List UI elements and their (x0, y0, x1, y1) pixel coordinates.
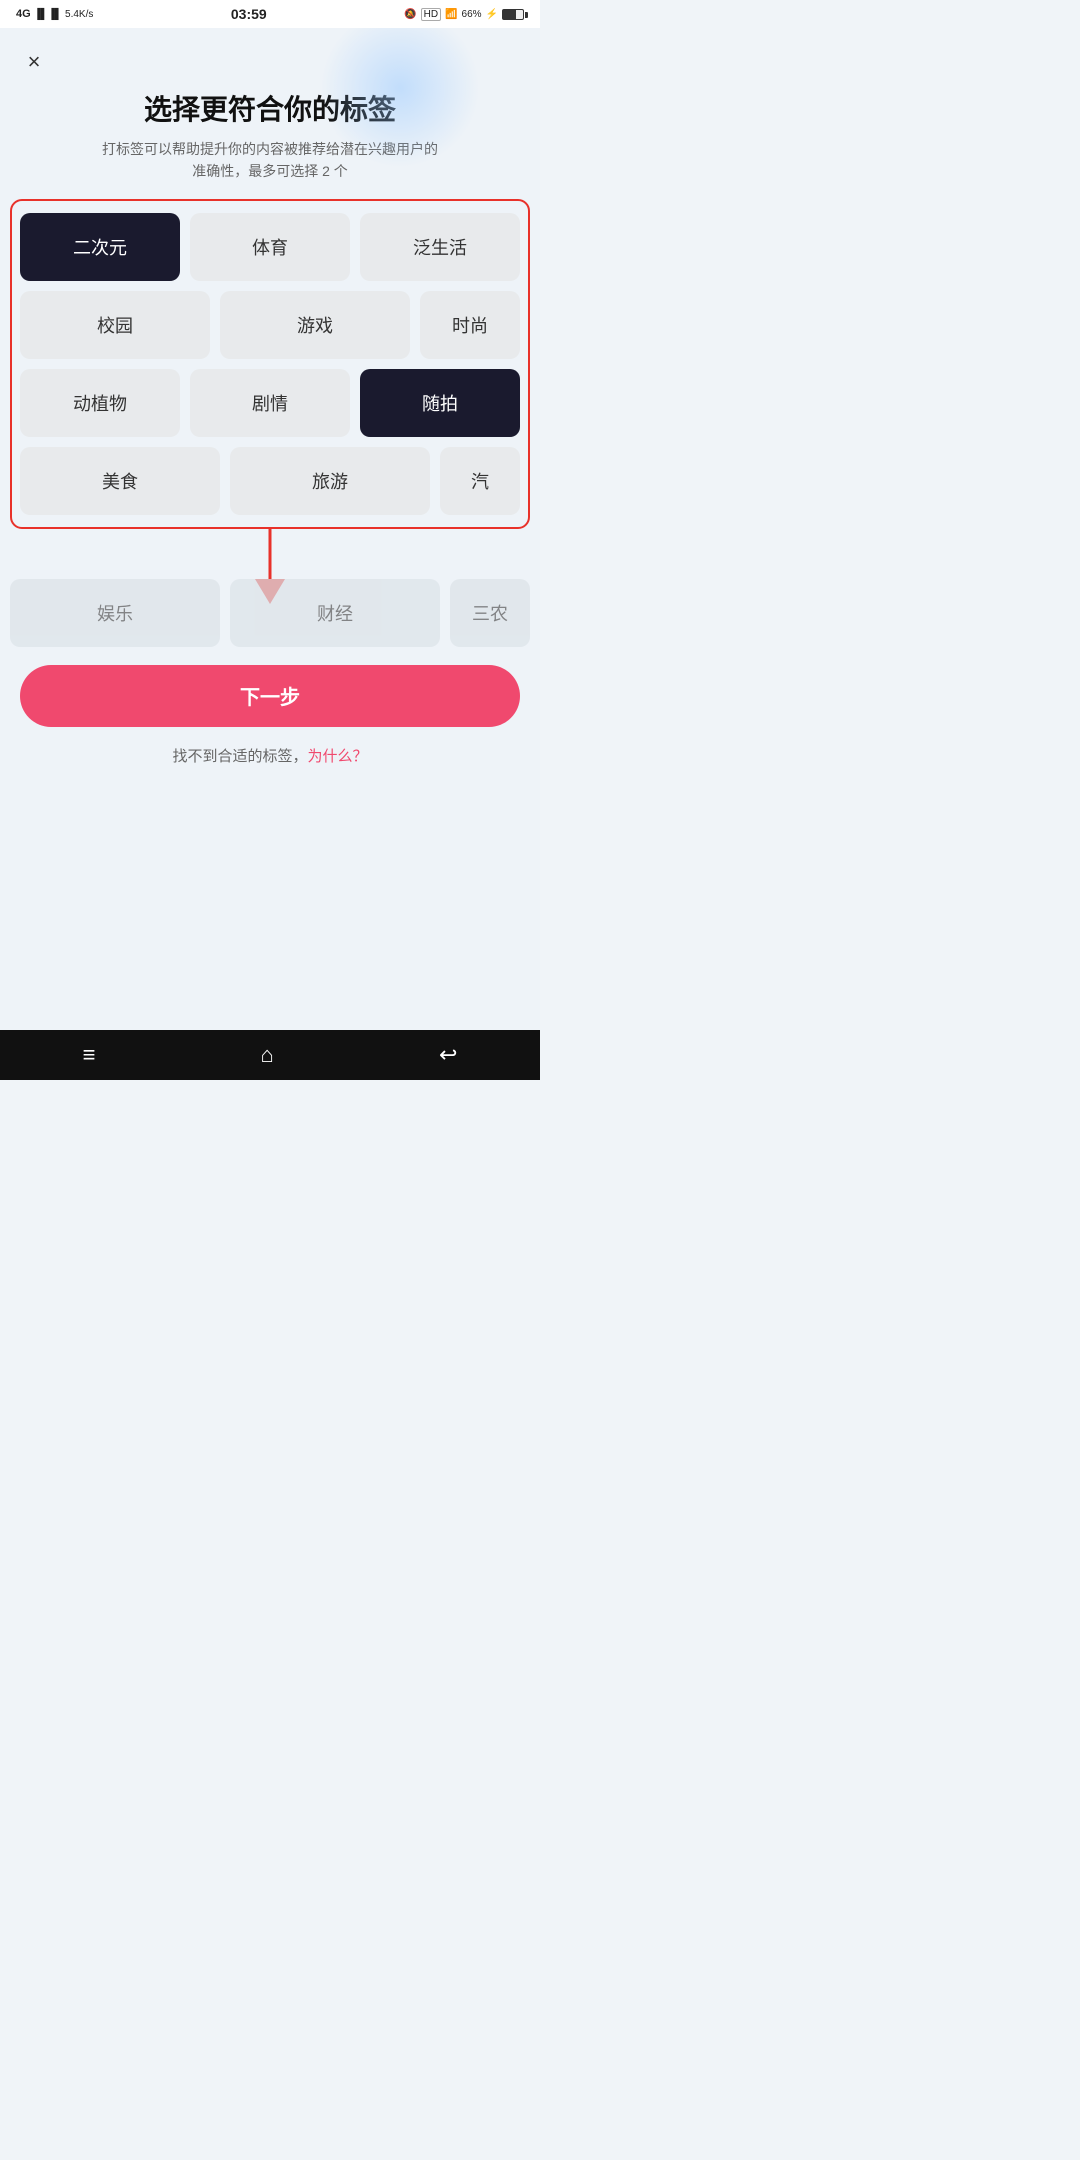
tags-row-1: 二次元 体育 泛生活 (20, 213, 520, 281)
tags-row-2: 校园 游戏 时尚 (20, 291, 520, 359)
hint-link[interactable]: 为什么？ (308, 748, 368, 765)
time-display: 03:59 (231, 6, 267, 22)
tag-汽[interactable]: 汽 (440, 447, 520, 515)
nav-menu-icon[interactable]: ≡ (83, 1042, 96, 1068)
nav-back-icon[interactable]: ↩ (439, 1042, 457, 1068)
status-right: 🔕 HD 📶 66% ⚡ (404, 8, 524, 21)
main-content: × 选择更符合你的标签 打标签可以帮助提升你的内容被推荐给潜在兴趣用户的准确性，… (0, 28, 540, 1030)
page-subtitle: 打标签可以帮助提升你的内容被推荐给潜在兴趣用户的准确性，最多可选择 2 个 (0, 138, 540, 183)
tag-体育[interactable]: 体育 (190, 213, 350, 281)
tag-时尚[interactable]: 时尚 (420, 291, 520, 359)
tag-校园[interactable]: 校园 (20, 291, 210, 359)
nav-home-icon[interactable]: ⌂ (261, 1042, 274, 1068)
hint-container: 找不到合适的标签，为什么？ (0, 745, 540, 766)
tags-row-4: 美食 旅游 汽 (20, 447, 520, 515)
tag-美食[interactable]: 美食 (20, 447, 220, 515)
battery-icon (502, 9, 524, 20)
hd-badge: HD (421, 8, 441, 21)
alarm-icon: 🔕 (404, 9, 416, 20)
speed-text: 5.4K/s (65, 9, 93, 20)
tags-container: 二次元 体育 泛生活 校园 游戏 时尚 动植物 (10, 199, 530, 529)
status-left: 4G ▐▌▐▌ 5.4K/s (16, 8, 93, 20)
wifi-icon: 📶 (445, 9, 457, 20)
nav-bar: ≡ ⌂ ↩ (0, 1030, 540, 1080)
battery-text: 66% (462, 9, 482, 20)
tag-二次元[interactable]: 二次元 (20, 213, 180, 281)
tag-三农[interactable]: 三农 (450, 579, 530, 647)
status-bar: 4G ▐▌▐▌ 5.4K/s 03:59 🔕 HD 📶 66% ⚡ (0, 0, 540, 28)
title-section: 选择更符合你的标签 打标签可以帮助提升你的内容被推荐给潜在兴趣用户的准确性，最多… (0, 28, 540, 199)
tag-动植物[interactable]: 动植物 (20, 369, 180, 437)
charging-icon: ⚡ (486, 9, 498, 20)
tag-剧情[interactable]: 剧情 (190, 369, 350, 437)
page-title: 选择更符合你的标签 (0, 88, 540, 128)
tags-row-3: 动植物 剧情 随拍 (20, 369, 520, 437)
tag-旅游[interactable]: 旅游 (230, 447, 430, 515)
tag-娱乐[interactable]: 娱乐 (10, 579, 220, 647)
outer-tags-row: 娱乐 财经 三农 (0, 579, 540, 647)
hint-static-text: 找不到合适的标签， (172, 748, 307, 765)
signal-bars-icon: ▐▌▐▌ (34, 9, 62, 20)
close-button[interactable]: × (16, 44, 52, 80)
tag-随拍[interactable]: 随拍 (360, 369, 520, 437)
tag-游戏[interactable]: 游戏 (220, 291, 410, 359)
signal-text: 4G (16, 8, 31, 20)
tag-泛生活[interactable]: 泛生活 (360, 213, 520, 281)
next-button[interactable]: 下一步 (20, 665, 520, 727)
tag-财经[interactable]: 财经 (230, 579, 440, 647)
